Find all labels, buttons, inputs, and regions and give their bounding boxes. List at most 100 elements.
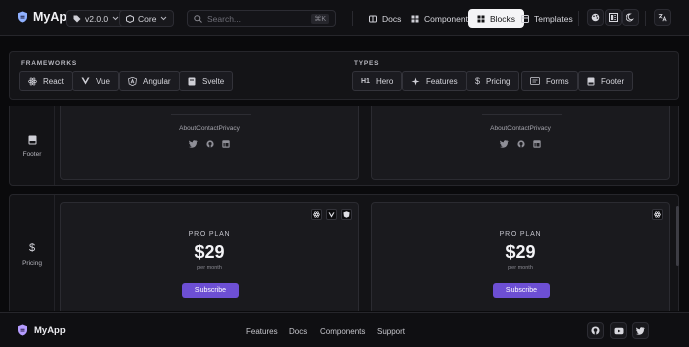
- twitter-link-button[interactable]: [632, 322, 649, 339]
- form-icon: [530, 77, 540, 85]
- layout-button[interactable]: [605, 9, 622, 26]
- layout-icon: [609, 13, 618, 22]
- footer-layout-icon: [28, 135, 37, 145]
- type-features[interactable]: Features: [402, 71, 467, 91]
- footer-block-preview[interactable]: AboutContactPrivacy: [371, 106, 670, 180]
- theme-palette-button[interactable]: [587, 9, 604, 26]
- search-icon: [194, 14, 202, 23]
- footer-link-components[interactable]: Components: [320, 327, 365, 336]
- github-icon: [206, 140, 214, 148]
- angular-icon: [128, 76, 137, 86]
- framework-svelte[interactable]: Svelte: [179, 71, 234, 91]
- palette-icon: [591, 13, 600, 22]
- framework-vue[interactable]: Vue: [72, 71, 119, 91]
- nav-components-label: Components: [424, 13, 473, 24]
- footer-preview-links: AboutContactPrivacy: [490, 125, 551, 132]
- blocks-icon: [477, 15, 485, 23]
- type-forms[interactable]: Forms: [521, 71, 578, 91]
- framework-angular-label: Angular: [143, 76, 171, 86]
- footer-logo[interactable]: MyApp: [17, 324, 66, 336]
- dark-mode-toggle[interactable]: [622, 9, 639, 26]
- twitter-icon: [636, 326, 645, 335]
- footer-link-features[interactable]: Features: [246, 327, 278, 336]
- heading-icon: H1: [361, 77, 370, 85]
- divider: [578, 11, 579, 26]
- svelte-icon: [188, 77, 196, 86]
- scrollbar-thumb[interactable]: [676, 206, 679, 266]
- search-input[interactable]: Search... ⌘K: [187, 10, 336, 27]
- youtube-link-button[interactable]: [610, 322, 627, 339]
- frameworks-heading: FRAMEWORKS: [21, 60, 78, 67]
- version-label: v2.0.0: [85, 13, 109, 24]
- search-shortcut: ⌘K: [311, 13, 329, 24]
- framework-vue-label: Vue: [96, 76, 110, 86]
- footer-layout-icon: [587, 77, 595, 86]
- angular-icon: [341, 209, 352, 220]
- react-icon: [652, 209, 663, 220]
- plan-price: $29: [505, 242, 536, 262]
- type-features-label: Features: [426, 76, 458, 86]
- pricing-blocks-section: $ Pricing PRO PLAN $29 per month Subscri…: [9, 194, 679, 311]
- sparkle-icon: [411, 77, 420, 86]
- plan-name: PRO PLAN: [188, 231, 231, 238]
- subscribe-button[interactable]: Subscribe: [182, 283, 239, 298]
- footer-block-preview[interactable]: AboutContactPrivacy: [60, 106, 359, 180]
- react-icon: [28, 77, 37, 86]
- core-select[interactable]: Core: [119, 10, 175, 27]
- tag-icon: [73, 15, 81, 23]
- footer-blocks-section: Footer AboutContactPrivacy AboutContactP…: [9, 106, 679, 186]
- plan-name: PRO PLAN: [499, 231, 542, 238]
- grid-icon: [411, 15, 419, 23]
- footer-link-support[interactable]: Support: [377, 327, 405, 336]
- core-label: Core: [138, 13, 157, 24]
- youtube-icon: [614, 327, 624, 335]
- framework-badges: [652, 209, 663, 220]
- nav-templates-label: Templates: [534, 13, 573, 24]
- divider: [645, 11, 646, 26]
- framework-svelte-label: Svelte: [202, 76, 225, 86]
- type-hero-label: Hero: [375, 76, 394, 86]
- framework-react[interactable]: React: [19, 71, 73, 91]
- template-icon: [521, 14, 529, 23]
- type-pricing[interactable]: $ Pricing: [466, 71, 520, 91]
- blocks-list[interactable]: Footer AboutContactPrivacy AboutContactP…: [0, 106, 689, 311]
- filter-panel: FRAMEWORKS TYPES React Vue Angular Svelt…: [9, 51, 679, 100]
- footer-link-docs[interactable]: Docs: [289, 327, 307, 336]
- version-select[interactable]: v2.0.0: [66, 10, 127, 27]
- footer-app-name: MyApp: [34, 324, 66, 336]
- github-link-button[interactable]: [587, 322, 604, 339]
- type-footer[interactable]: Footer: [578, 71, 634, 91]
- type-forms-label: Forms: [546, 76, 569, 86]
- nav-templates[interactable]: Templates: [512, 9, 582, 28]
- pricing-block-preview[interactable]: PRO PLAN $29 per month Subscribe: [371, 202, 670, 311]
- shield-logo-icon: [17, 324, 28, 336]
- divider: [482, 114, 562, 115]
- plan-period: per month: [508, 265, 533, 271]
- github-icon: [591, 326, 600, 335]
- framework-badges: [311, 209, 352, 220]
- react-icon: [311, 209, 322, 220]
- book-icon: [369, 15, 377, 23]
- framework-react-label: React: [43, 76, 64, 86]
- dollar-icon: $: [475, 76, 481, 86]
- pricing-block-preview[interactable]: PRO PLAN $29 per month Subscribe: [60, 202, 359, 311]
- footer-preview-socials: [372, 140, 669, 148]
- footer-preview-socials: [61, 140, 358, 148]
- linkedin-icon: [222, 140, 230, 148]
- twitter-icon: [189, 140, 198, 148]
- site-footer: MyApp Features Docs Components Support: [0, 312, 689, 347]
- language-button[interactable]: [654, 9, 671, 26]
- github-icon: [517, 140, 525, 148]
- subscribe-button[interactable]: Subscribe: [493, 283, 550, 298]
- type-footer-label: Footer: [601, 76, 625, 86]
- nav-docs-label: Docs: [382, 13, 402, 24]
- section-label-footer: Footer: [10, 106, 55, 185]
- type-hero[interactable]: H1 Hero: [352, 71, 403, 91]
- plan-price: $29: [194, 242, 225, 262]
- footer-preview-links: AboutContactPrivacy: [179, 125, 240, 132]
- twitter-icon: [500, 140, 509, 148]
- top-navbar: MyApp v2.0.0 Core Search... ⌘K Docs Comp…: [0, 0, 689, 36]
- section-label-pricing: $ Pricing: [10, 195, 55, 311]
- moon-icon: [626, 13, 635, 22]
- framework-angular[interactable]: Angular: [119, 71, 180, 91]
